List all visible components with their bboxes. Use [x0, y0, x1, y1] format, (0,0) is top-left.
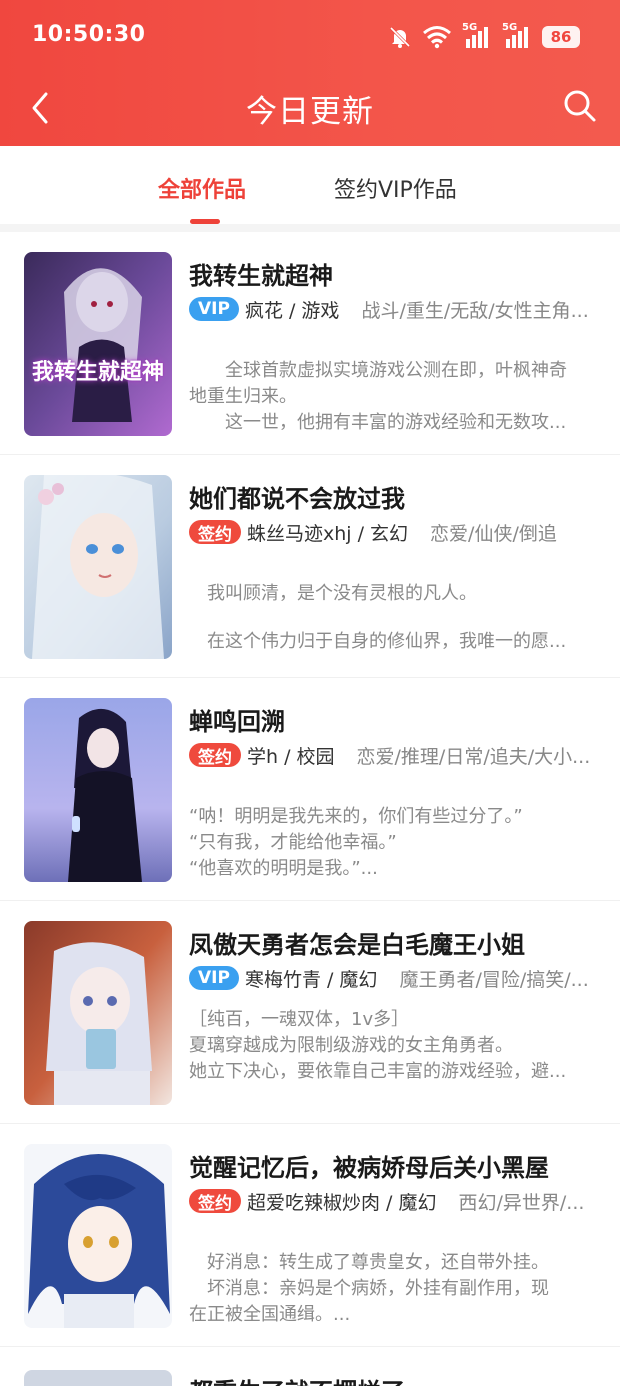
book-description: 好消息：转生成了尊贵皇女，还自带外挂。 坏消息：亲妈是个病娇，外挂有副作用，现 …: [189, 1250, 597, 1328]
battery-icon: 86: [542, 26, 580, 48]
desc-line: [189, 607, 597, 629]
page-title: 今日更新: [246, 94, 374, 130]
book-cover[interactable]: [24, 1144, 172, 1328]
search-icon: [564, 90, 596, 122]
book-tags: 恋爱/推理/日常/追夫/大小...: [356, 745, 591, 768]
status-icons: 5G 5G 86: [388, 22, 580, 52]
book-tags: 魔王勇者/冒险/搞笑/...: [399, 968, 589, 991]
cover-title-text: 我转生就超神: [32, 360, 165, 385]
desc-line: [189, 555, 597, 581]
book-author-genre: 学h / 校园: [247, 745, 335, 768]
book-meta: 签约 超爱吃辣椒炒肉 / 魔幻 西幻/异世界/...: [189, 1188, 599, 1214]
desc-line: ［纯百，一魂双体，1v多］: [189, 1009, 410, 1030]
signed-badge: 签约: [189, 520, 241, 545]
book-description: 我叫顾清，是个没有灵根的凡人。 在这个伟力归于自身的修仙界，我唯一的愿...: [189, 555, 597, 655]
wifi-icon: [423, 26, 451, 49]
book-meta: 签约 蛛丝马迹xhj / 玄幻 恋爱/仙侠/倒追: [189, 519, 599, 545]
book-author-genre: 寒梅竹青 / 魔幻: [244, 968, 378, 991]
divider: [0, 224, 620, 232]
book-title[interactable]: 觉醒记忆后，被病娇母后关小黑屋: [189, 1148, 549, 1183]
list-item[interactable]: 觉醒记忆后，被病娇母后关小黑屋 签约 超爱吃辣椒炒肉 / 魔幻 西幻/异世界/.…: [0, 1124, 620, 1347]
book-list: 我转生就超神 我转生就超神 VIP 疯花 / 游戏 战斗/重生/无敌/女性主角.…: [0, 232, 620, 1347]
desc-line: 好消息：转生成了尊贵皇女，还自带外挂。: [207, 1252, 549, 1273]
book-tags: 西幻/异世界/...: [458, 1191, 585, 1214]
book-author-genre: 蛛丝马迹xhj / 玄幻: [247, 522, 409, 545]
book-author-genre: 超爱吃辣椒炒肉 / 魔幻: [247, 1191, 437, 1214]
signed-badge: 签约: [189, 1189, 241, 1214]
desc-line: 夏璃穿越成为限制级游戏的女主角勇者。: [189, 1035, 513, 1056]
book-title[interactable]: 凤傲天勇者怎会是白毛魔王小姐: [189, 925, 525, 960]
desc-line: 她立下决心，要依靠自己丰富的游戏经验，避...: [189, 1061, 567, 1082]
desc-line: 坏消息：亲妈是个病娇，外挂有副作用，现: [207, 1278, 549, 1299]
desc-line: 在正被全国通缉。...: [189, 1304, 351, 1325]
book-cover[interactable]: [24, 1370, 172, 1386]
desc-line: 这一世，他拥有丰富的游戏经验和无数攻...: [225, 412, 567, 433]
tab-bar: 全部作品 签约VIP作品: [0, 146, 620, 224]
book-tags: 战斗/重生/无敌/女性主角...: [361, 299, 589, 322]
signed-badge: 签约: [189, 743, 241, 768]
tab-signed-vip-works[interactable]: 签约VIP作品: [334, 172, 457, 204]
desc-line: 地重生归来。: [189, 386, 297, 407]
book-meta: VIP 寒梅竹青 / 魔幻 魔王勇者/冒险/搞笑/...: [189, 965, 599, 991]
signal-icon-2: 5G: [502, 22, 532, 49]
desc-line: 在这个伟力归于自身的修仙界，我唯一的愿...: [207, 631, 567, 652]
book-meta: 签约 学h / 校园 恋爱/推理/日常/追夫/大小...: [189, 742, 599, 768]
book-author-genre: 疯花 / 游戏: [244, 299, 340, 322]
mute-bell-icon: [389, 26, 411, 48]
desc-line: “他喜欢的明明是我。”...: [189, 858, 378, 879]
vip-badge: VIP: [189, 297, 239, 321]
desc-line: 全球首款虚拟实境游戏公测在即，叶枫神奇: [225, 360, 567, 381]
list-item[interactable]: 她们都说不会放过我 签约 蛛丝马迹xhj / 玄幻 恋爱/仙侠/倒追 我叫顾清，…: [0, 455, 620, 678]
book-description: “呐！明明是我先来的，你们有些过分了。” “只有我，才能给他幸福。” “他喜欢的…: [189, 804, 597, 882]
tab-all-works[interactable]: 全部作品: [158, 172, 246, 204]
book-description: ［纯百，一魂双体，1v多］ 夏璃穿越成为限制级游戏的女主角勇者。 她立下决心，要…: [189, 1007, 597, 1085]
book-meta: VIP 疯花 / 游戏 战斗/重生/无敌/女性主角...: [189, 296, 599, 322]
signal-icon-1: 5G: [462, 22, 492, 49]
list-item[interactable]: 凤傲天勇者怎会是白毛魔王小姐 VIP 寒梅竹青 / 魔幻 魔王勇者/冒险/搞笑/…: [0, 901, 620, 1124]
book-cover[interactable]: [24, 921, 172, 1105]
app-header: 10:50:30 5G 5G 86 今日更新: [0, 0, 620, 146]
desc-line: 我叫顾清，是个没有灵根的凡人。: [207, 583, 477, 604]
status-time: 10:50:30: [32, 22, 146, 47]
book-title[interactable]: 蝉鸣回溯: [189, 702, 285, 737]
list-item[interactable]: 我转生就超神 我转生就超神 VIP 疯花 / 游戏 战斗/重生/无敌/女性主角.…: [0, 232, 620, 455]
book-tags: 恋爱/仙侠/倒追: [430, 522, 557, 545]
book-cover[interactable]: 我转生就超神: [24, 252, 172, 436]
desc-line: “只有我，才能给他幸福。”: [189, 832, 397, 853]
book-title[interactable]: 都重生了就不摆烂了: [189, 1372, 405, 1386]
book-description: 全球首款虚拟实境游戏公测在即，叶枫神奇 地重生归来。 这一世，他拥有丰富的游戏经…: [189, 358, 597, 436]
list-item[interactable]: 蝉鸣回溯 签约 学h / 校园 恋爱/推理/日常/追夫/大小... “呐！明明是…: [0, 678, 620, 901]
vip-badge: VIP: [189, 966, 239, 990]
book-cover[interactable]: [24, 698, 172, 882]
book-cover[interactable]: [24, 475, 172, 659]
desc-line: “呐！明明是我先来的，你们有些过分了。”: [189, 806, 523, 827]
book-title[interactable]: 我转生就超神: [189, 256, 333, 291]
search-button[interactable]: [562, 88, 598, 124]
book-title[interactable]: 她们都说不会放过我: [189, 479, 405, 514]
